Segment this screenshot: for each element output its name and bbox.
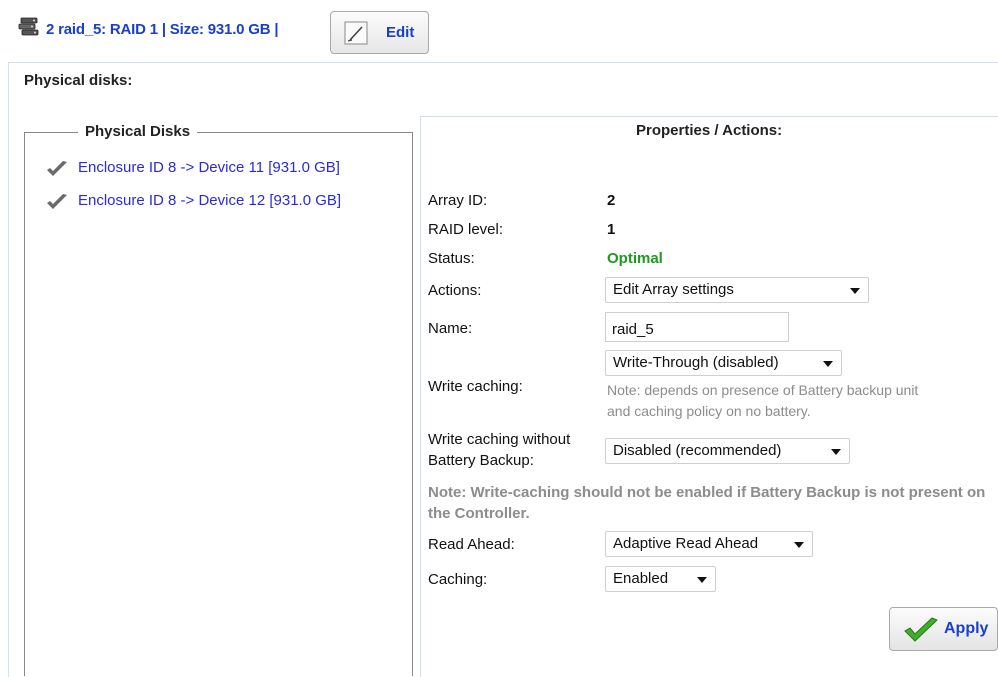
actions-select[interactable]: Edit Array settings	[605, 277, 869, 303]
write-caching-label: Write caching:	[428, 378, 523, 395]
raid-level-label: RAID level:	[428, 221, 504, 238]
edit-button[interactable]: Edit	[330, 11, 429, 54]
status-label: Status:	[428, 250, 475, 267]
caching-select-value: Enabled	[613, 570, 669, 587]
disk-item-label: Enclosure ID 8 -> Device 12 [931.0 GB]	[78, 192, 342, 209]
write-caching-note-1: Note: depends on presence of Battery bac…	[607, 382, 919, 398]
status-value: Optimal	[607, 250, 663, 267]
array-title-size: | Size: 931.0 GB |	[157, 21, 279, 38]
caching-select[interactable]: Enabled	[605, 566, 716, 592]
chevron-down-icon	[823, 361, 833, 367]
actions-select-value: Edit Array settings	[613, 281, 734, 298]
name-input[interactable]	[605, 312, 789, 342]
actions-label: Actions:	[428, 282, 482, 299]
wc-no-bbu-label-line1: Write caching without	[428, 431, 571, 448]
array-id-value: 2	[607, 192, 616, 209]
write-caching-select-value: Write-Through (disabled)	[613, 354, 779, 371]
array-title-name: 2 raid_5: RAID	[46, 21, 150, 38]
checkmark-icon	[904, 617, 938, 642]
battery-backup-note: Note: Write-caching should not be enable…	[428, 484, 986, 522]
array-id-label: Array ID:	[428, 192, 488, 209]
read-ahead-label: Read Ahead:	[428, 536, 515, 553]
edit-button-label: Edit	[386, 24, 415, 41]
checkmark-icon	[47, 161, 67, 176]
raid-level-value: 1	[607, 221, 616, 238]
pencil-icon	[344, 21, 368, 45]
apply-button[interactable]: Apply	[889, 607, 998, 651]
wc-no-bbu-select[interactable]: Disabled (recommended)	[605, 438, 850, 464]
raid-array-icon	[18, 17, 39, 36]
physical-disks-box	[24, 132, 413, 676]
name-label: Name:	[428, 320, 473, 337]
checkmark-icon	[47, 194, 67, 209]
chevron-down-icon	[850, 288, 860, 294]
chevron-down-icon	[831, 449, 841, 455]
properties-title: Properties / Actions:	[636, 122, 783, 139]
read-ahead-select[interactable]: Adaptive Read Ahead	[605, 531, 813, 557]
wc-no-bbu-label-line2: Battery Backup:	[428, 452, 534, 469]
disk-item-label: Enclosure ID 8 -> Device 11 [931.0 GB]	[78, 159, 340, 176]
write-caching-note-2: and caching policy on no battery.	[607, 403, 811, 419]
array-header: 2 raid_5: RAID 1 | Size: 931.0 GB | Edit	[0, 0, 998, 60]
physical-disks-heading: Physical disks:	[24, 72, 133, 89]
array-title[interactable]: 2 raid_5: RAID 1 | Size: 931.0 GB |	[46, 21, 279, 38]
wc-no-bbu-select-value: Disabled (recommended)	[613, 442, 782, 459]
array-title-raid-level: 1	[149, 21, 158, 38]
write-caching-select[interactable]: Write-Through (disabled)	[605, 350, 842, 376]
read-ahead-select-value: Adaptive Read Ahead	[613, 535, 759, 552]
physical-disks-legend: Physical Disks	[78, 123, 198, 140]
caching-label: Caching:	[428, 571, 488, 588]
chevron-down-icon	[697, 577, 707, 583]
chevron-down-icon	[794, 542, 804, 548]
apply-button-label: Apply	[944, 620, 989, 637]
